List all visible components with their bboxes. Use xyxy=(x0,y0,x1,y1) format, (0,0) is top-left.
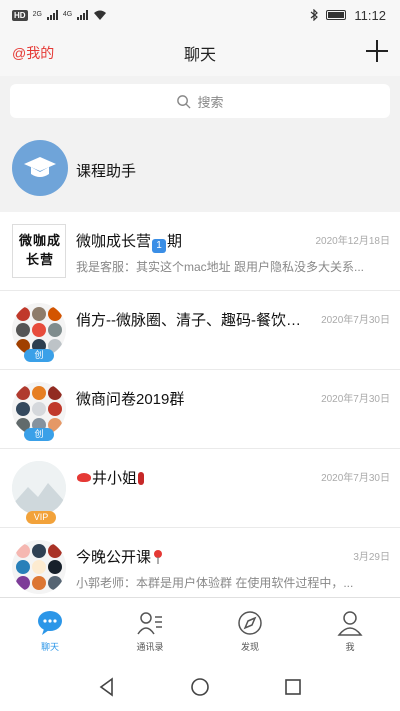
clock: 11:12 xyxy=(354,7,386,23)
recents-icon[interactable] xyxy=(282,676,304,698)
tab-discover[interactable]: 发现 xyxy=(200,598,300,663)
home-icon[interactable] xyxy=(189,676,211,698)
page-title: 聊天 xyxy=(183,47,216,64)
logo-text: 微咖成长营 xyxy=(19,233,62,267)
creator-badge: 创 xyxy=(24,349,54,362)
chat-name: 课程助手 xyxy=(76,163,137,180)
plus-icon[interactable] xyxy=(364,38,390,64)
graduation-cap-icon xyxy=(24,157,56,177)
creator-badge: 创 xyxy=(24,428,54,441)
chat-name: 微商问卷2019群 xyxy=(76,391,185,408)
pin-icon xyxy=(154,550,163,564)
search-input[interactable]: 搜索 xyxy=(10,84,390,118)
network-2g-label: 2G xyxy=(32,11,42,18)
tab-label: 通讯录 xyxy=(136,641,164,652)
bottom-tab-bar: 聊天 通讯录 发现 我 xyxy=(0,597,400,663)
signal-icon xyxy=(46,10,58,20)
chat-name-suffix: 期 xyxy=(167,233,183,250)
tab-label: 聊天 xyxy=(40,641,59,652)
search-placeholder: 搜索 xyxy=(197,94,224,110)
chat-name-text: 井小姐 xyxy=(92,470,138,487)
status-bar: HD 2G 4G 11:12 xyxy=(0,0,400,30)
chat-time: 2020年12月18日 xyxy=(315,236,391,247)
chat-name: 井小姐 xyxy=(76,467,145,488)
chat-time: 2020年7月30日 xyxy=(321,473,390,484)
me-link[interactable]: @我的 xyxy=(12,43,54,63)
group-logo-avatar: 微咖成长营 xyxy=(12,224,66,278)
chat-name: 俏方--微脉圈、清子、趣码-餐饮终... xyxy=(76,312,306,329)
status-right: 11:12 xyxy=(310,8,386,23)
search-area: 搜索 xyxy=(0,76,400,126)
status-left: HD 2G 4G xyxy=(12,9,107,21)
course-avatar xyxy=(12,140,68,196)
signal-icon xyxy=(77,10,89,20)
chat-name-text: 微咖成长营 xyxy=(76,233,152,250)
contacts-icon xyxy=(137,611,162,634)
wifi-icon xyxy=(94,10,107,20)
hd-indicator: HD xyxy=(12,9,28,21)
app-header: @我的 聊天 xyxy=(0,30,400,76)
bluetooth-icon xyxy=(311,9,319,21)
number-one-icon: 1 xyxy=(152,239,167,253)
battery-icon xyxy=(326,10,347,20)
mountain-avatar xyxy=(12,461,66,515)
chat-time: 2020年7月30日 xyxy=(321,394,390,405)
tab-label: 发现 xyxy=(240,641,259,652)
chat-row[interactable]: 今晚公开课 3月29日 小郭老师：本群是用户体验群 在使用软件过程中，... xyxy=(0,528,400,607)
chat-name-text: 今晚公开课 xyxy=(76,549,152,566)
chat-row[interactable]: 创 微商问卷2019群 2020年7月30日 xyxy=(0,370,400,449)
chat-row-course-assistant[interactable]: 课程助手 xyxy=(0,126,400,212)
chat-name: 微咖成长营 1 期 xyxy=(76,230,182,253)
chat-preview: 小郭老师：本群是用户体验群 在使用软件过程中，... xyxy=(76,576,354,590)
lips-icon xyxy=(77,473,91,482)
network-4g-label: 4G xyxy=(62,11,73,18)
lipstick-icon xyxy=(138,472,145,485)
group-avatar xyxy=(12,540,66,594)
tab-label: 我 xyxy=(345,641,355,652)
back-icon[interactable] xyxy=(96,676,118,698)
chat-list: 课程助手 微咖成长营 微咖成长营 1 期 2020年12月18日 我是客服：其实这个… xyxy=(0,126,400,607)
search-icon xyxy=(177,94,192,109)
chat-preview: 我是客服：其实这个mac地址 跟用户隐私没多大关系... xyxy=(76,260,365,274)
vip-badge: VIP xyxy=(26,511,56,524)
tab-contacts[interactable]: 通讯录 xyxy=(100,598,200,663)
chat-time: 3月29日 xyxy=(353,552,390,563)
chat-row[interactable]: 微咖成长营 微咖成长营 1 期 2020年12月18日 我是客服：其实这个mac地址… xyxy=(0,212,400,291)
tab-chat[interactable]: 聊天 xyxy=(0,598,100,663)
chat-name: 今晚公开课 xyxy=(76,546,163,567)
chat-row[interactable]: 创 俏方--微脉圈、清子、趣码-餐饮终... 2020年7月30日 xyxy=(0,291,400,370)
landscape-icon xyxy=(12,461,66,515)
chat-icon xyxy=(38,610,62,635)
tab-me[interactable]: 我 xyxy=(300,598,400,663)
user-icon xyxy=(337,610,363,636)
chat-row[interactable]: VIP 井小姐 2020年7月30日 xyxy=(0,449,400,528)
chat-time: 2020年7月30日 xyxy=(321,315,390,326)
discover-icon xyxy=(238,610,262,635)
system-nav-bar xyxy=(0,663,400,711)
